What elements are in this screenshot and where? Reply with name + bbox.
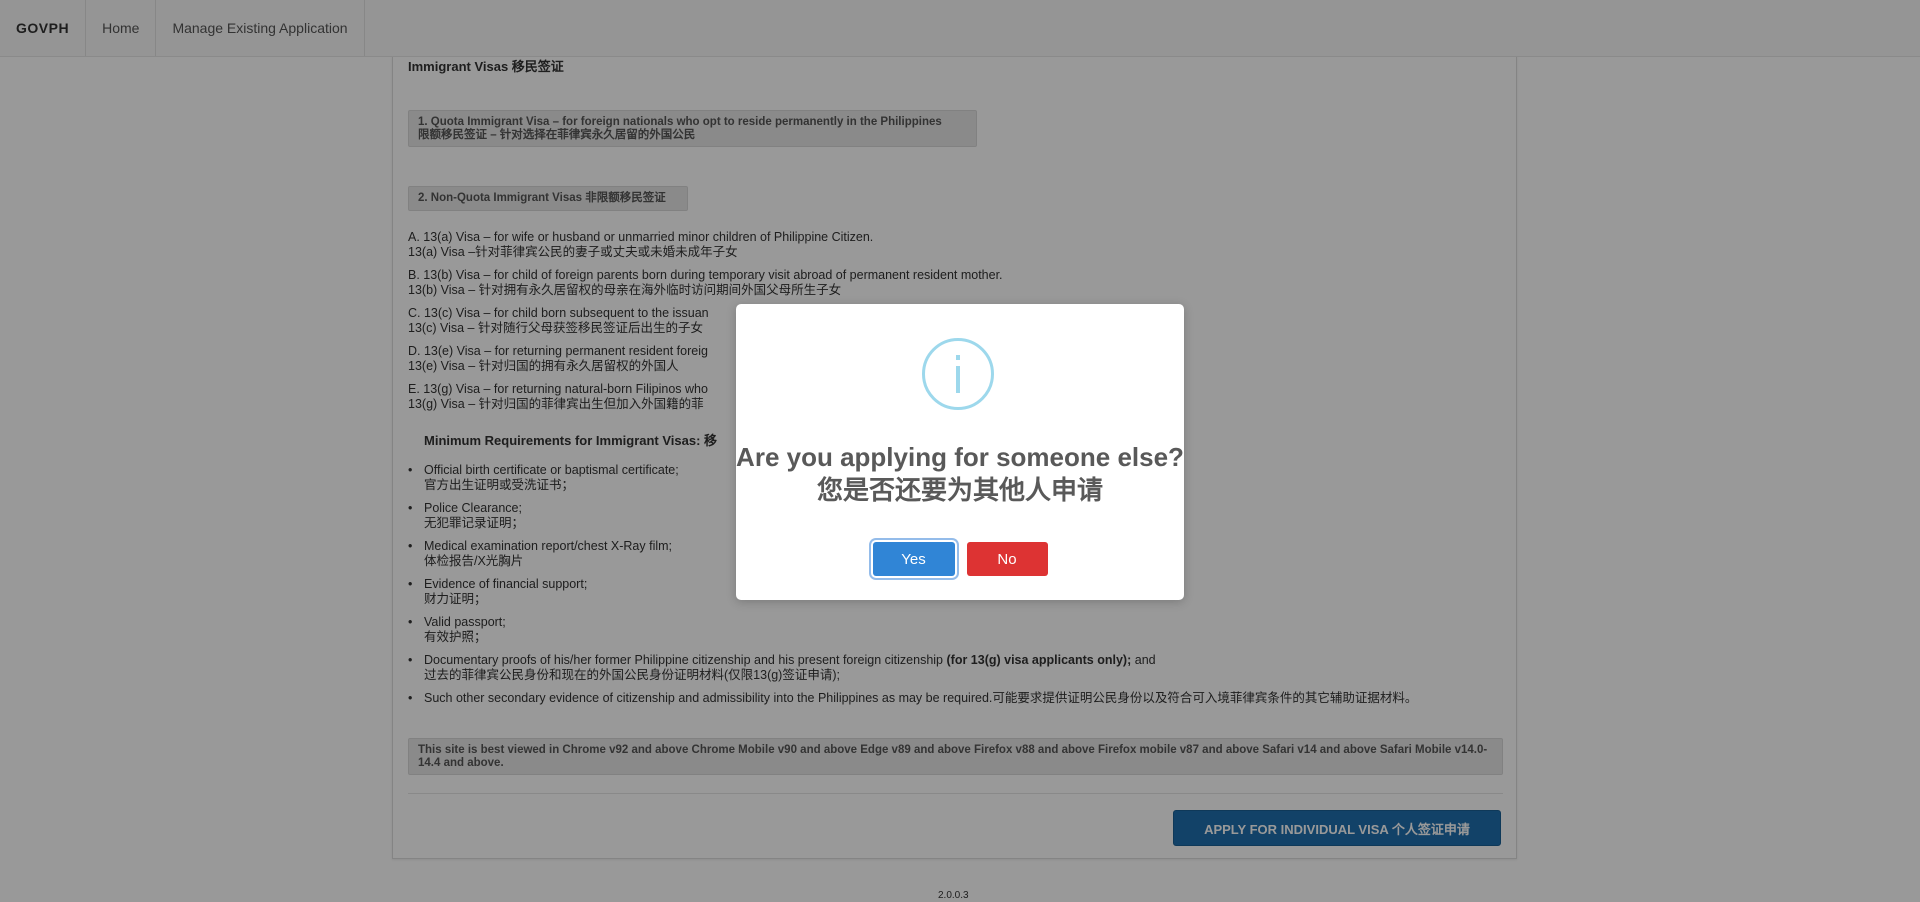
info-icon	[922, 338, 994, 410]
dialog-title: Are you applying for someone else? 您是否还要…	[736, 442, 1184, 505]
yes-button[interactable]: Yes	[872, 542, 955, 576]
no-button[interactable]: No	[966, 542, 1048, 576]
confirm-dialog: Are you applying for someone else? 您是否还要…	[736, 304, 1184, 600]
dialog-actions: Yes No	[736, 542, 1184, 576]
